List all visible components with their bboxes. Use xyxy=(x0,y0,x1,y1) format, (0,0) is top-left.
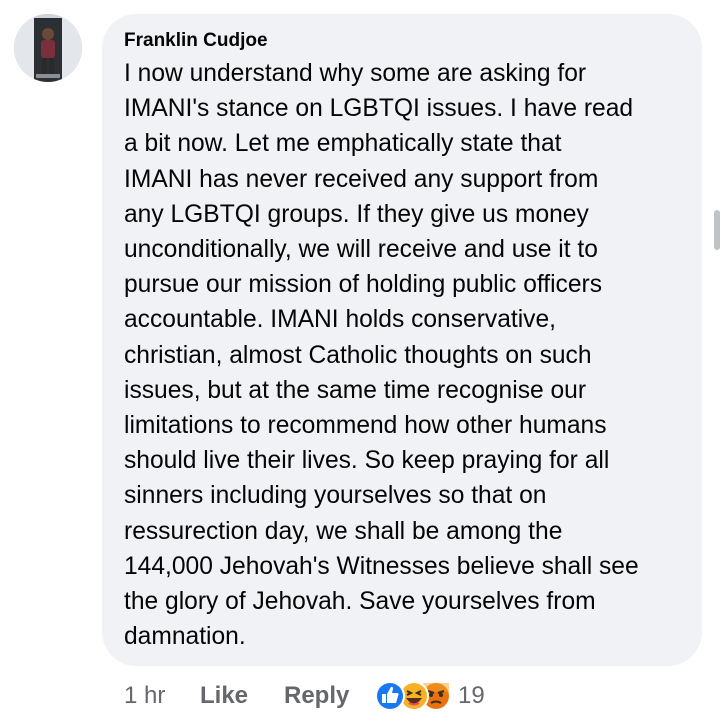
comment-author[interactable]: Franklin Cudjoe xyxy=(124,30,268,52)
comment-text: I now understand why some are asking for… xyxy=(124,60,639,651)
like-reaction-icon xyxy=(375,681,405,711)
scrollbar[interactable] xyxy=(714,210,720,250)
profile-photo xyxy=(14,14,82,82)
reactions-summary[interactable] xyxy=(370,678,456,714)
reaction-count[interactable]: 19 xyxy=(458,682,485,710)
avatar[interactable] xyxy=(14,14,82,82)
reply-button[interactable]: Reply xyxy=(284,682,349,710)
like-button[interactable]: Like xyxy=(200,682,248,710)
comment-actions: 1 hr Like Reply 19 xyxy=(0,676,720,720)
comment-timestamp[interactable]: 1 hr xyxy=(124,682,165,710)
comment-bubble: Franklin Cudjoe I now understand why som… xyxy=(102,14,702,666)
